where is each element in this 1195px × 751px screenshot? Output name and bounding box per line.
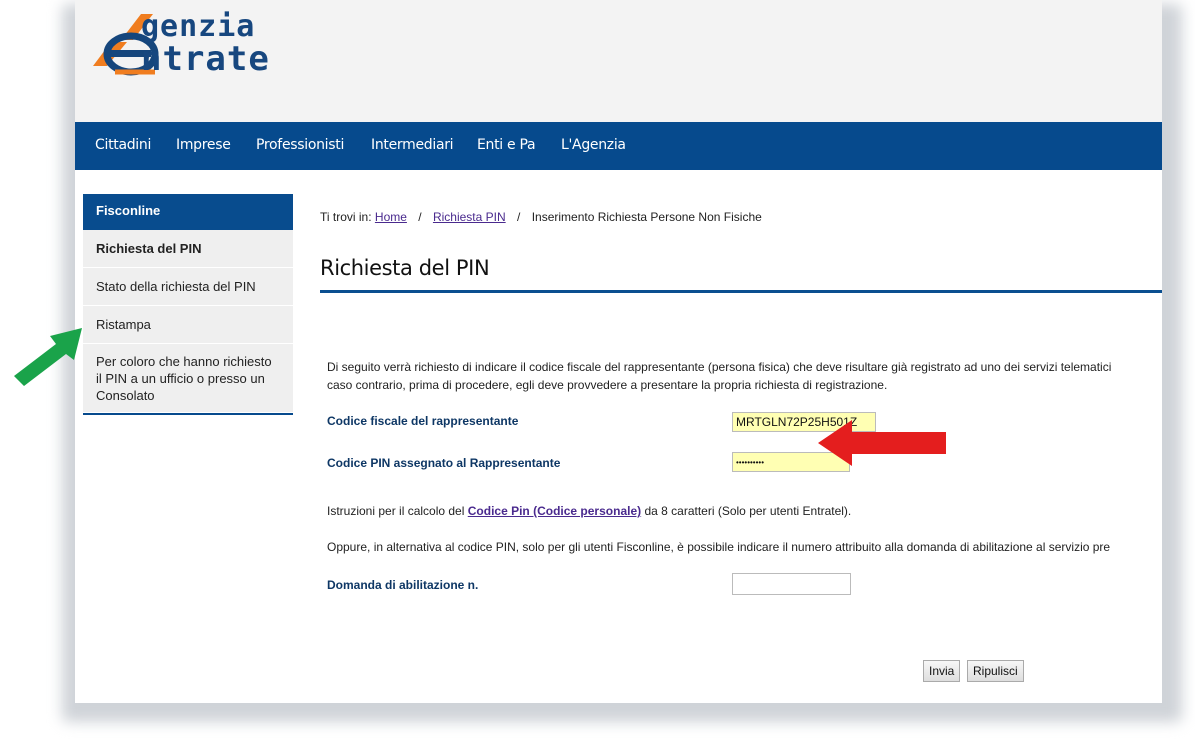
logo-text-entrate: ntrate [141, 39, 270, 79]
breadcrumb-separator: / [418, 210, 422, 224]
breadcrumb-richiesta-pin-link[interactable]: Richiesta PIN [433, 210, 506, 224]
red-arrow-icon [818, 420, 946, 466]
nav-item-intermediari[interactable]: Intermediari [371, 137, 454, 153]
sidebar-item-consolato[interactable]: Per coloro che hanno richiesto il PIN a … [83, 344, 293, 413]
intro-text-line2: caso contrario, prima di procedere, egli… [327, 378, 888, 392]
domanda-abilitazione-input[interactable] [732, 573, 851, 595]
nav-item-agenzia[interactable]: L'Agenzia [561, 137, 626, 153]
intro-text-line1: Di seguito verrà richiesto di indicare i… [327, 360, 1112, 374]
breadcrumb: Ti trovi in: Home / Richiesta PIN / Inse… [320, 210, 762, 224]
instructions-prefix: Istruzioni per il calcolo del [327, 504, 465, 518]
page-title: Richiesta del PIN [320, 256, 490, 280]
logo-text-agenzia: genzia [141, 9, 256, 44]
instructions-text: Istruzioni per il calcolo del Codice Pin… [327, 502, 851, 520]
codice-fiscale-label: Codice fiscale del rappresentante [327, 414, 519, 428]
nav-item-professionisti[interactable]: Professionisti [256, 137, 344, 153]
alternative-text: Oppure, in alternativa al codice PIN, so… [327, 540, 1111, 554]
sidebar-divider [83, 413, 293, 415]
nav-item-enti-e-pa[interactable]: Enti e Pa [477, 137, 536, 153]
breadcrumb-separator: / [517, 210, 521, 224]
title-divider [320, 290, 1162, 293]
domanda-abilitazione-label: Domanda di abilitazione n. [327, 578, 479, 592]
sidebar-item-stato-richiesta[interactable]: Stato della richiesta del PIN [83, 268, 293, 306]
agenzia-entrate-logo[interactable]: genzia ntrate [93, 4, 323, 84]
main-nav: Cittadini Imprese Professionisti Interme… [75, 122, 1162, 170]
codice-pin-label: Codice PIN assegnato al Rappresentante [327, 456, 561, 470]
nav-item-imprese[interactable]: Imprese [176, 137, 231, 153]
breadcrumb-current: Inserimento Richiesta Persone Non Fisich… [531, 210, 762, 224]
sidebar-heading[interactable]: Fisconline [83, 194, 293, 230]
breadcrumb-prefix: Ti trovi in: [320, 210, 372, 224]
sidebar-item-ristampa[interactable]: Ristampa [83, 306, 293, 344]
instructions-suffix: da 8 caratteri (Solo per utenti Entratel… [644, 504, 852, 518]
codice-pin-link[interactable]: Codice Pin (Codice personale) [468, 504, 641, 518]
browser-page: genzia ntrate Cittadini Imprese Professi… [75, 0, 1162, 703]
invia-button[interactable]: Invia [923, 660, 961, 682]
site-header: genzia ntrate [75, 0, 1162, 122]
green-arrow-icon [14, 328, 82, 386]
breadcrumb-home-link[interactable]: Home [375, 210, 407, 224]
sidebar-item-richiesta-pin[interactable]: Richiesta del PIN [83, 230, 293, 268]
ripulisci-button[interactable]: Ripulisci [967, 660, 1024, 682]
nav-item-cittadini[interactable]: Cittadini [95, 137, 151, 153]
sidebar: Fisconline Richiesta del PIN Stato della… [83, 194, 293, 415]
